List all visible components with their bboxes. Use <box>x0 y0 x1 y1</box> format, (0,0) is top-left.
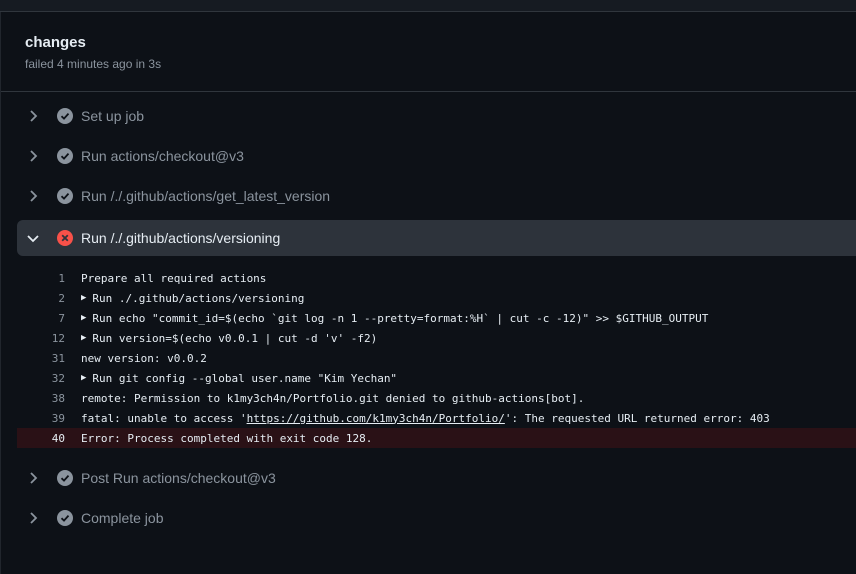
success-check-icon <box>49 188 81 204</box>
chevron-right-icon <box>17 110 49 122</box>
line-number[interactable]: 7 <box>17 312 81 325</box>
line-number[interactable]: 1 <box>17 272 81 285</box>
success-check-icon <box>49 108 81 124</box>
success-check-icon <box>49 470 81 486</box>
log-group-line[interactable]: 2 ▶ Run ./.github/actions/versioning <box>17 288 856 308</box>
line-number[interactable]: 39 <box>17 412 81 425</box>
expand-triangle-icon[interactable]: ▶ <box>81 373 86 383</box>
step-set-up-job[interactable]: Set up job <box>17 98 856 134</box>
log-group-line[interactable]: 12 ▶ Run version=$(echo v0.0.1 | cut -d … <box>17 328 856 348</box>
log-line: 39 fatal: unable to access ' https://gith… <box>17 408 856 428</box>
failure-x-icon <box>49 230 81 246</box>
line-number[interactable]: 31 <box>17 352 81 365</box>
line-number[interactable]: 38 <box>17 392 81 405</box>
step-label: Post Run actions/checkout@v3 <box>81 470 276 486</box>
chevron-right-icon <box>17 150 49 162</box>
expand-triangle-icon[interactable]: ▶ <box>81 333 86 343</box>
log-text-suffix: ': The requested URL returned error: 403 <box>504 411 770 425</box>
log-text: remote: Permission to k1my3ch4n/Portfoli… <box>81 391 585 405</box>
log-group-line[interactable]: 32 ▶ Run git config --global user.name "… <box>17 368 856 388</box>
log-text: Run git config --global user.name "Kim Y… <box>92 371 398 385</box>
step-label: Run actions/checkout@v3 <box>81 148 244 164</box>
step-post-run-checkout[interactable]: Post Run actions/checkout@v3 <box>17 460 856 496</box>
expand-triangle-icon[interactable]: ▶ <box>81 313 86 323</box>
log-text: Run ./.github/actions/versioning <box>92 291 305 305</box>
log-line: 31 new version: v0.0.2 <box>17 348 856 368</box>
line-number[interactable]: 2 <box>17 292 81 305</box>
step-complete-job[interactable]: Complete job <box>17 500 856 536</box>
line-number[interactable]: 12 <box>17 332 81 345</box>
job-header: changes failed 4 minutes ago in 3s <box>25 34 161 71</box>
log-text: Run version=$(echo v0.0.1 | cut -d 'v' -… <box>92 331 378 345</box>
step-versioning-expanded[interactable]: Run /./.github/actions/versioning <box>17 220 856 256</box>
step-label: Complete job <box>81 510 164 526</box>
header-divider <box>1 91 856 92</box>
log-line: 1 Prepare all required actions <box>17 268 856 288</box>
top-bar <box>0 0 856 12</box>
job-panel: changes failed 4 minutes ago in 3s Set u… <box>0 12 856 574</box>
step-run-checkout[interactable]: Run actions/checkout@v3 <box>17 138 856 174</box>
chevron-right-icon <box>17 512 49 524</box>
step-label: Set up job <box>81 108 145 124</box>
error-keyword: Error: <box>81 431 121 445</box>
success-check-icon <box>49 510 81 526</box>
job-status: failed 4 minutes ago in 3s <box>25 57 162 71</box>
log-text: Run echo "commit_id=$(echo `git log -n 1… <box>92 311 709 325</box>
chevron-down-icon <box>17 233 49 243</box>
log-group-line[interactable]: 7 ▶ Run echo "commit_id=$(echo `git log … <box>17 308 856 328</box>
chevron-right-icon <box>17 190 49 202</box>
log-error-line: 40 Error: Process completed with exit co… <box>17 428 856 448</box>
line-number[interactable]: 40 <box>17 432 81 445</box>
log-text: new version: v0.0.2 <box>81 351 207 365</box>
step-get-latest-version[interactable]: Run /./.github/actions/get_latest_versio… <box>17 178 856 214</box>
log-line: 38 remote: Permission to k1my3ch4n/Portf… <box>17 388 856 408</box>
log-text: Prepare all required actions <box>81 271 267 285</box>
step-label: Run /./.github/actions/get_latest_versio… <box>81 188 331 204</box>
job-title: changes <box>25 34 86 51</box>
chevron-right-icon <box>17 472 49 484</box>
step-log: 1 Prepare all required actions 2 ▶ Run .… <box>17 268 856 448</box>
error-message: Process completed with exit code 128. <box>120 431 373 445</box>
expand-triangle-icon[interactable]: ▶ <box>81 293 86 303</box>
repo-url-link[interactable]: https://github.com/k1my3ch4n/Portfolio/ <box>247 412 505 425</box>
step-label: Run /./.github/actions/versioning <box>81 230 281 246</box>
line-number[interactable]: 32 <box>17 372 81 385</box>
success-check-icon <box>49 148 81 164</box>
log-text-prefix: fatal: unable to access ' <box>81 411 247 425</box>
